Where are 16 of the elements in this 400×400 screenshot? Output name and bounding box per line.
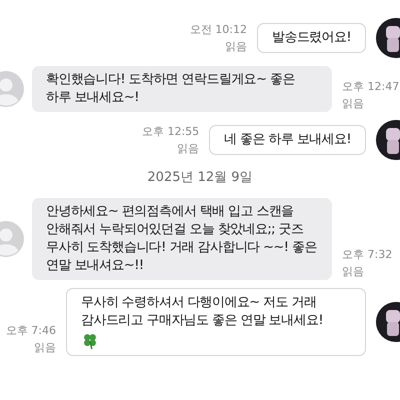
read-status: 읽음 bbox=[342, 96, 364, 112]
message-text: 발송드렸어요! bbox=[272, 30, 351, 45]
message-text: 무사히 수령하셔서 다행이에요~ 저도 거래 감사드리고 구매자님도 좋은 연말 보내세요! bbox=[81, 294, 323, 328]
read-status: 읽음 bbox=[34, 340, 56, 356]
message-text: 안녕하세요~ 편의점측에서 택배 입고 스캔을 안해줘서 누락되어있던걸 오늘 찾았네요;; 굿즈 무사히 도착했습니다! 거래 감사합니다 ~~! 좋은 연말 보내셔요~!! bbox=[46, 204, 317, 272]
message-time: 오후 12:47 bbox=[342, 79, 400, 95]
read-status: 읽음 bbox=[224, 39, 247, 55]
read-status: 읽음 bbox=[342, 264, 364, 280]
message-text: 확인했습니다! 도착하면 연락드릴게요~ 좋은 하루 보내세요~! bbox=[46, 72, 295, 105]
message-time: 오후 7:32 bbox=[342, 246, 392, 262]
read-status: 읽음 bbox=[177, 141, 200, 157]
message-time: 오전 10:12 bbox=[190, 22, 247, 38]
message-time: 오후 7:46 bbox=[6, 322, 56, 338]
date-divider: 2025년 12월 9일 bbox=[146, 169, 254, 187]
message-text: 네 좋은 하루 보내세요! bbox=[224, 132, 351, 147]
message-time: 오후 12:55 bbox=[142, 124, 200, 140]
